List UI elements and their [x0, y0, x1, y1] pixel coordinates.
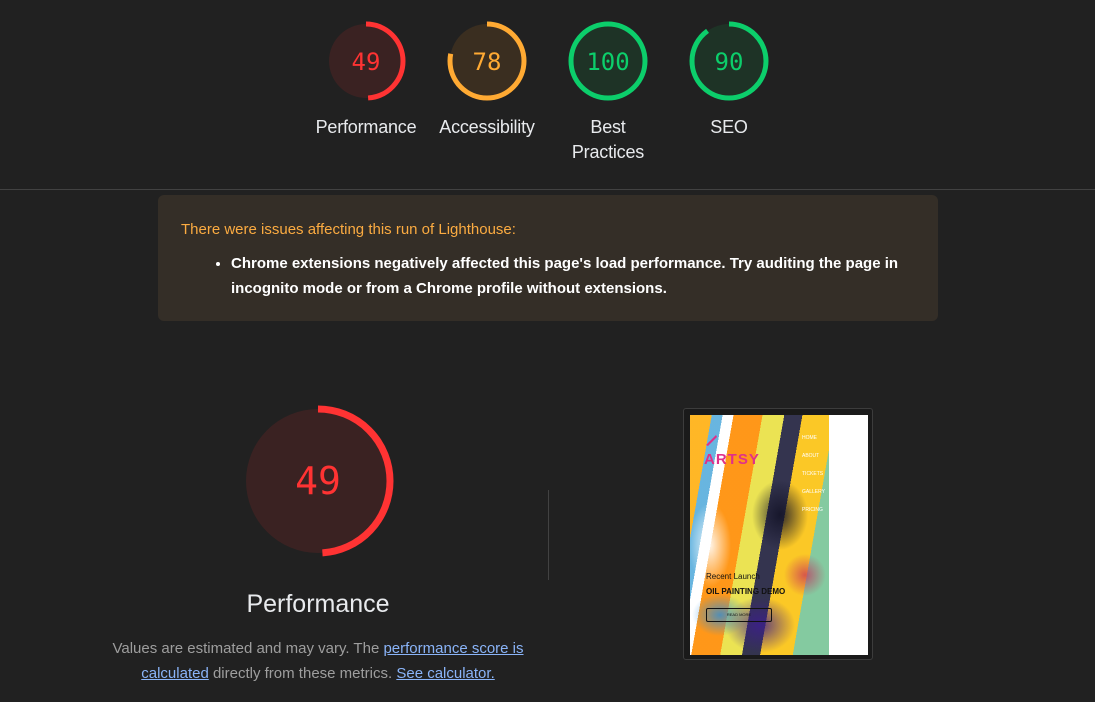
screenshot-nav-item: GALLERY — [802, 489, 825, 495]
gauge-label: SEO — [710, 117, 748, 137]
screenshot-nav-item: PRICING — [802, 507, 823, 513]
see-calculator-link[interactable]: See calculator. — [396, 665, 494, 682]
gauge-seo[interactable]: 90 SEO — [674, 20, 784, 140]
gauge-seo-ring: 90 — [689, 21, 769, 101]
desc-text-1: Values are estimated and may vary. The — [112, 640, 384, 657]
brush-icon — [706, 435, 717, 446]
runtime-warning-box: There were issues affecting this run of … — [158, 195, 938, 321]
performance-title: Performance — [246, 590, 390, 618]
screenshot-nav: HOME ABOUT TICKETS GALLERY PRICING — [802, 429, 828, 519]
gauge-accessibility[interactable]: 78 Accessibility — [432, 20, 542, 140]
screenshot-nav-item: HOME — [802, 435, 817, 441]
warning-item: Chrome extensions negatively affected th… — [231, 251, 916, 301]
divider — [548, 490, 549, 580]
performance-gauge-large: 49 — [242, 405, 394, 562]
gauge-score: 78 — [473, 48, 502, 76]
final-screenshot[interactable]: ARTSY HOME ABOUT TICKETS GALLERY PRICING… — [683, 408, 873, 660]
performance-ring-large: 49 — [242, 405, 394, 557]
gauge-score: 49 — [352, 48, 381, 76]
desc-text-2: directly from these metrics. — [208, 665, 397, 682]
page-screenshot: ARTSY HOME ABOUT TICKETS GALLERY PRICING… — [690, 415, 868, 655]
performance-score-large: 49 — [295, 459, 341, 503]
gauge-performance[interactable]: 49 Performance — [311, 20, 421, 140]
gauge-best-practices-ring: 100 — [568, 21, 648, 101]
performance-description: Values are estimated and may vary. The p… — [108, 636, 528, 686]
gauge-performance-ring: 49 — [326, 21, 406, 101]
warning-list: Chrome extensions negatively affected th… — [181, 251, 916, 301]
screenshot-subtitle: Recent Launch — [706, 572, 760, 581]
screenshot-nav-item: TICKETS — [802, 471, 824, 477]
gauge-label: Accessibility — [439, 117, 535, 137]
screenshot-logo: ARTSY — [704, 451, 760, 468]
gauge-best-practices[interactable]: 100 Best Practices — [553, 20, 663, 165]
gauge-accessibility-ring: 78 — [447, 21, 527, 101]
warning-title: There were issues affecting this run of … — [181, 221, 516, 238]
gauge-score: 100 — [586, 48, 629, 76]
category-gauges: 49 Performance 78 Accessibility 100 Best… — [0, 0, 1095, 190]
screenshot-heading: OIL PAINTING DEMO — [706, 587, 786, 596]
gauge-label: Best Practices — [571, 117, 645, 162]
screenshot-read-more-button: READ MORE — [706, 608, 772, 622]
gauge-score: 90 — [715, 48, 744, 76]
screenshot-nav-item: ABOUT — [802, 453, 820, 459]
gauge-label: Performance — [315, 117, 417, 137]
